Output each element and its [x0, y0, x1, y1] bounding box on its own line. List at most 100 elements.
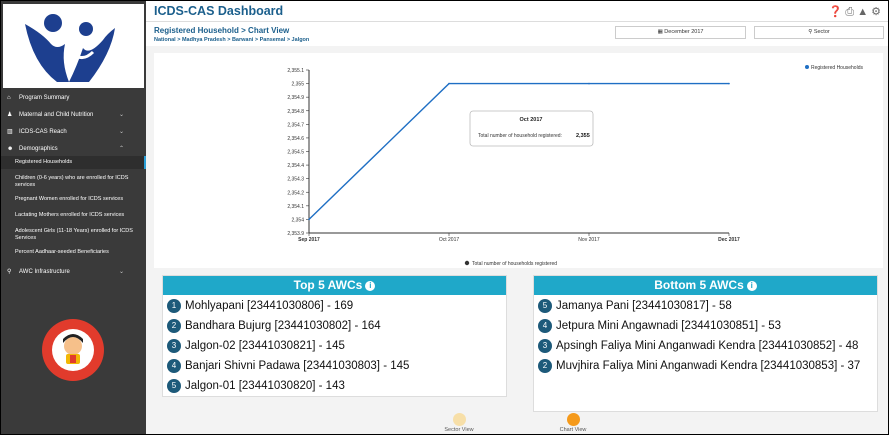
- y-tick-label: 2,355: [291, 82, 304, 88]
- sidebar-item-label: Maternal and Child Nutrition: [19, 112, 94, 118]
- info-icon: [464, 260, 470, 266]
- awc-list-item: 5 Jalgon-01 [23441030820] - 143: [167, 377, 502, 395]
- sidebar-subitem-lactating-mothers[interactable]: Lactating Mothers enrolled for ICDS serv…: [1, 212, 146, 219]
- chart-icon: ▥: [7, 129, 13, 135]
- chart-view-toggle[interactable]: Chart View: [543, 413, 603, 433]
- data-point: [728, 82, 730, 85]
- line-chart[interactable]: 2,355.1 2,355 2,354.9 2,354.8 2,354.7 2,354.6…: [154, 53, 883, 268]
- sidebar-item-label: Program Summary: [19, 95, 70, 101]
- gear-icon[interactable]: ⚙: [871, 5, 882, 18]
- sidebar-item-icds-cas-reach[interactable]: ▥ ICDS-CAS Reach ⌄: [1, 128, 146, 136]
- chart-panel: 2,355.1 2,355 2,354.9 2,354.8 2,354.7 2,354.6…: [154, 53, 883, 268]
- page-header: Registered Household > Chart View Nation…: [146, 22, 888, 46]
- breadcrumb[interactable]: National > Madhya Pradesh > Barwani > Pa…: [154, 37, 309, 43]
- sidebar-subitem-label: Children (0-6 years) who are enrolled fo…: [15, 175, 129, 188]
- bottom5-awcs-panel: Bottom 5 AWCs i 5 Jamanya Pani [2344103081…: [533, 275, 878, 412]
- awc-name: Jamanya Pani [23441030817] - 58: [556, 300, 732, 312]
- top-bar: ICDS-CAS Dashboard ❓ ⎙ ▲ ⚙: [146, 1, 888, 22]
- y-tick-label: 2,354.2: [287, 190, 304, 196]
- awc-list-item: 4 Jetpura Mini Angawnadi [23441030851] - …: [538, 317, 873, 335]
- y-tick-label: 2,354.9: [287, 95, 304, 101]
- rank-badge: 3: [538, 339, 552, 353]
- chevron-right-icon: >: [241, 26, 246, 35]
- chevron-up-icon: ⌃: [118, 146, 124, 152]
- legend-label: Registered Households: [811, 65, 863, 71]
- chevron-down-icon: ⌄: [118, 112, 124, 118]
- building-icon: ⚲: [7, 269, 12, 275]
- y-tick-label: 2,354: [291, 217, 304, 223]
- sidebar-item-label: ICDS-CAS Reach: [19, 129, 67, 135]
- sidebar-subitem-pregnant-women[interactable]: Pregnant Women enrolled for ICDS service…: [1, 196, 146, 203]
- info-icon[interactable]: i: [746, 281, 757, 291]
- data-point: [588, 82, 590, 85]
- rank-badge: 3: [167, 339, 181, 353]
- sidebar-subitem-label: Adolescent Girls (11-18 Years) enrolled …: [15, 228, 133, 241]
- rank-badge: 2: [538, 359, 552, 373]
- sidebar-subitem-adolescent-girls[interactable]: Adolescent Girls (11-18 Years) enrolled …: [1, 228, 146, 242]
- sidebar-item-demographics[interactable]: ☻ Demographics ⌃: [1, 145, 146, 153]
- app-title: ICDS-CAS Dashboard: [154, 4, 284, 18]
- sidebar-item-maternal-child-nutrition[interactable]: ♟ Maternal and Child Nutrition ⌄: [1, 111, 146, 119]
- sidebar-subitem-aadhaar-seeded[interactable]: Percent Aadhaar-seeded Beneficiaries: [1, 249, 146, 256]
- y-tick-label: 2,354.7: [287, 122, 304, 128]
- sector-view-toggle[interactable]: Sector View: [429, 413, 489, 433]
- series-line-registered-households: [308, 82, 729, 220]
- sidebar-subitem-label: Pregnant Women enrolled for ICDS service…: [15, 196, 124, 202]
- y-tick-label: 2,354.1: [287, 204, 304, 210]
- rank-badge: 1: [167, 299, 181, 313]
- chart-view-dot: [566, 413, 580, 426]
- sidebar-subitem-label: Registered Households: [15, 159, 73, 165]
- y-tick-label: 2,354.8: [287, 109, 304, 115]
- print-icon[interactable]: ⎙: [845, 6, 855, 19]
- data-point: [448, 82, 450, 85]
- awc-name: Apsingh Faliya Mini Anganwadi Kendra [23…: [556, 340, 859, 352]
- rank-badge: 4: [167, 359, 181, 373]
- child-icon: ♟: [7, 112, 13, 118]
- awc-list-item: 1 Mohlyapani [23441030806] - 169: [167, 297, 502, 315]
- chevron-down-icon: ⌄: [118, 129, 124, 135]
- location-pin-icon: ⚲: [808, 29, 813, 35]
- alert-icon[interactable]: ▲: [857, 6, 869, 18]
- bottom5-awcs-list: 5 Jamanya Pani [23441030817] - 58 4 Jetpura…: [534, 295, 877, 375]
- rank-badge: 5: [538, 299, 552, 313]
- sidebar-item-label: Demographics: [19, 146, 58, 152]
- sidebar-subitem-label: Lactating Mothers enrolled for ICDS serv…: [15, 212, 125, 218]
- top-icons: ❓ ⎙ ▲ ⚙: [827, 5, 882, 19]
- data-point: [308, 218, 310, 221]
- info-icon[interactable]: i: [365, 281, 376, 291]
- awc-list-item: 3 Jalgon-02 [23441030821] - 145: [167, 337, 502, 355]
- y-tick-label: 2,354.6: [287, 136, 304, 142]
- poshan-mascot-logo: [42, 319, 104, 381]
- sidebar-item-program-summary[interactable]: ⌂ Program Summary: [1, 94, 146, 102]
- bottom5-awcs-header: Bottom 5 AWCs i: [534, 276, 877, 295]
- icds-logo: [3, 4, 144, 88]
- location-filter[interactable]: ⚲ Sector: [754, 26, 884, 39]
- chevron-down-icon: ⌄: [118, 269, 124, 275]
- sidebar-subitem-registered-households[interactable]: Registered Households: [1, 156, 146, 169]
- awc-name: Banjari Shivni Padawa [23441030803] - 14…: [185, 360, 410, 372]
- top5-awcs-title: Top 5 AWCs: [293, 278, 363, 292]
- legend-marker: [805, 65, 809, 69]
- top5-awcs-panel: Top 5 AWCs i 1 Mohlyapani [23441030806] - …: [162, 275, 507, 397]
- awc-name: Mohlyapani [23441030806] - 169: [185, 300, 354, 312]
- awc-name: Muvjhira Faliya Mini Anganwadi Kendra [2…: [556, 360, 861, 372]
- sidebar-item-awc-infrastructure[interactable]: ⚲ AWC Infrastructure ⌄: [1, 268, 146, 276]
- page-view-label[interactable]: Chart View: [248, 26, 289, 35]
- month-filter[interactable]: ▦ December 2017: [615, 26, 746, 39]
- sidebar-subitem-children-enrolled[interactable]: Children (0-6 years) who are enrolled fo…: [1, 175, 146, 189]
- top5-awcs-list: 1 Mohlyapani [23441030806] - 169 2 Bandhara…: [163, 295, 506, 395]
- awc-list-item: 2 Muvjhira Faliya Mini Anganwadi Kendra […: [538, 357, 873, 375]
- tooltip-title: Oct 2017: [520, 117, 543, 123]
- awc-name: Jetpura Mini Angawnadi [23441030851] - 5…: [556, 320, 782, 332]
- help-icon[interactable]: ❓: [829, 5, 844, 18]
- page-title-text: Registered Household: [154, 26, 239, 35]
- awc-list-item: 3 Apsingh Faliya Mini Anganwadi Kendra [2…: [538, 337, 873, 355]
- rank-badge: 5: [167, 379, 181, 393]
- tooltip-label: Total number of household registered:: [478, 133, 562, 139]
- awc-list-item: 5 Jamanya Pani [23441030817] - 58: [538, 297, 873, 315]
- x-tick-label: Sep 2017: [298, 237, 320, 243]
- awc-name: Bandhara Bujurg [23441030802] - 164: [185, 320, 381, 332]
- x-tick-label: Oct 2017: [439, 237, 460, 243]
- page-title: Registered Household > Chart View: [154, 26, 289, 35]
- y-tick-label: 2,354.3: [287, 177, 304, 183]
